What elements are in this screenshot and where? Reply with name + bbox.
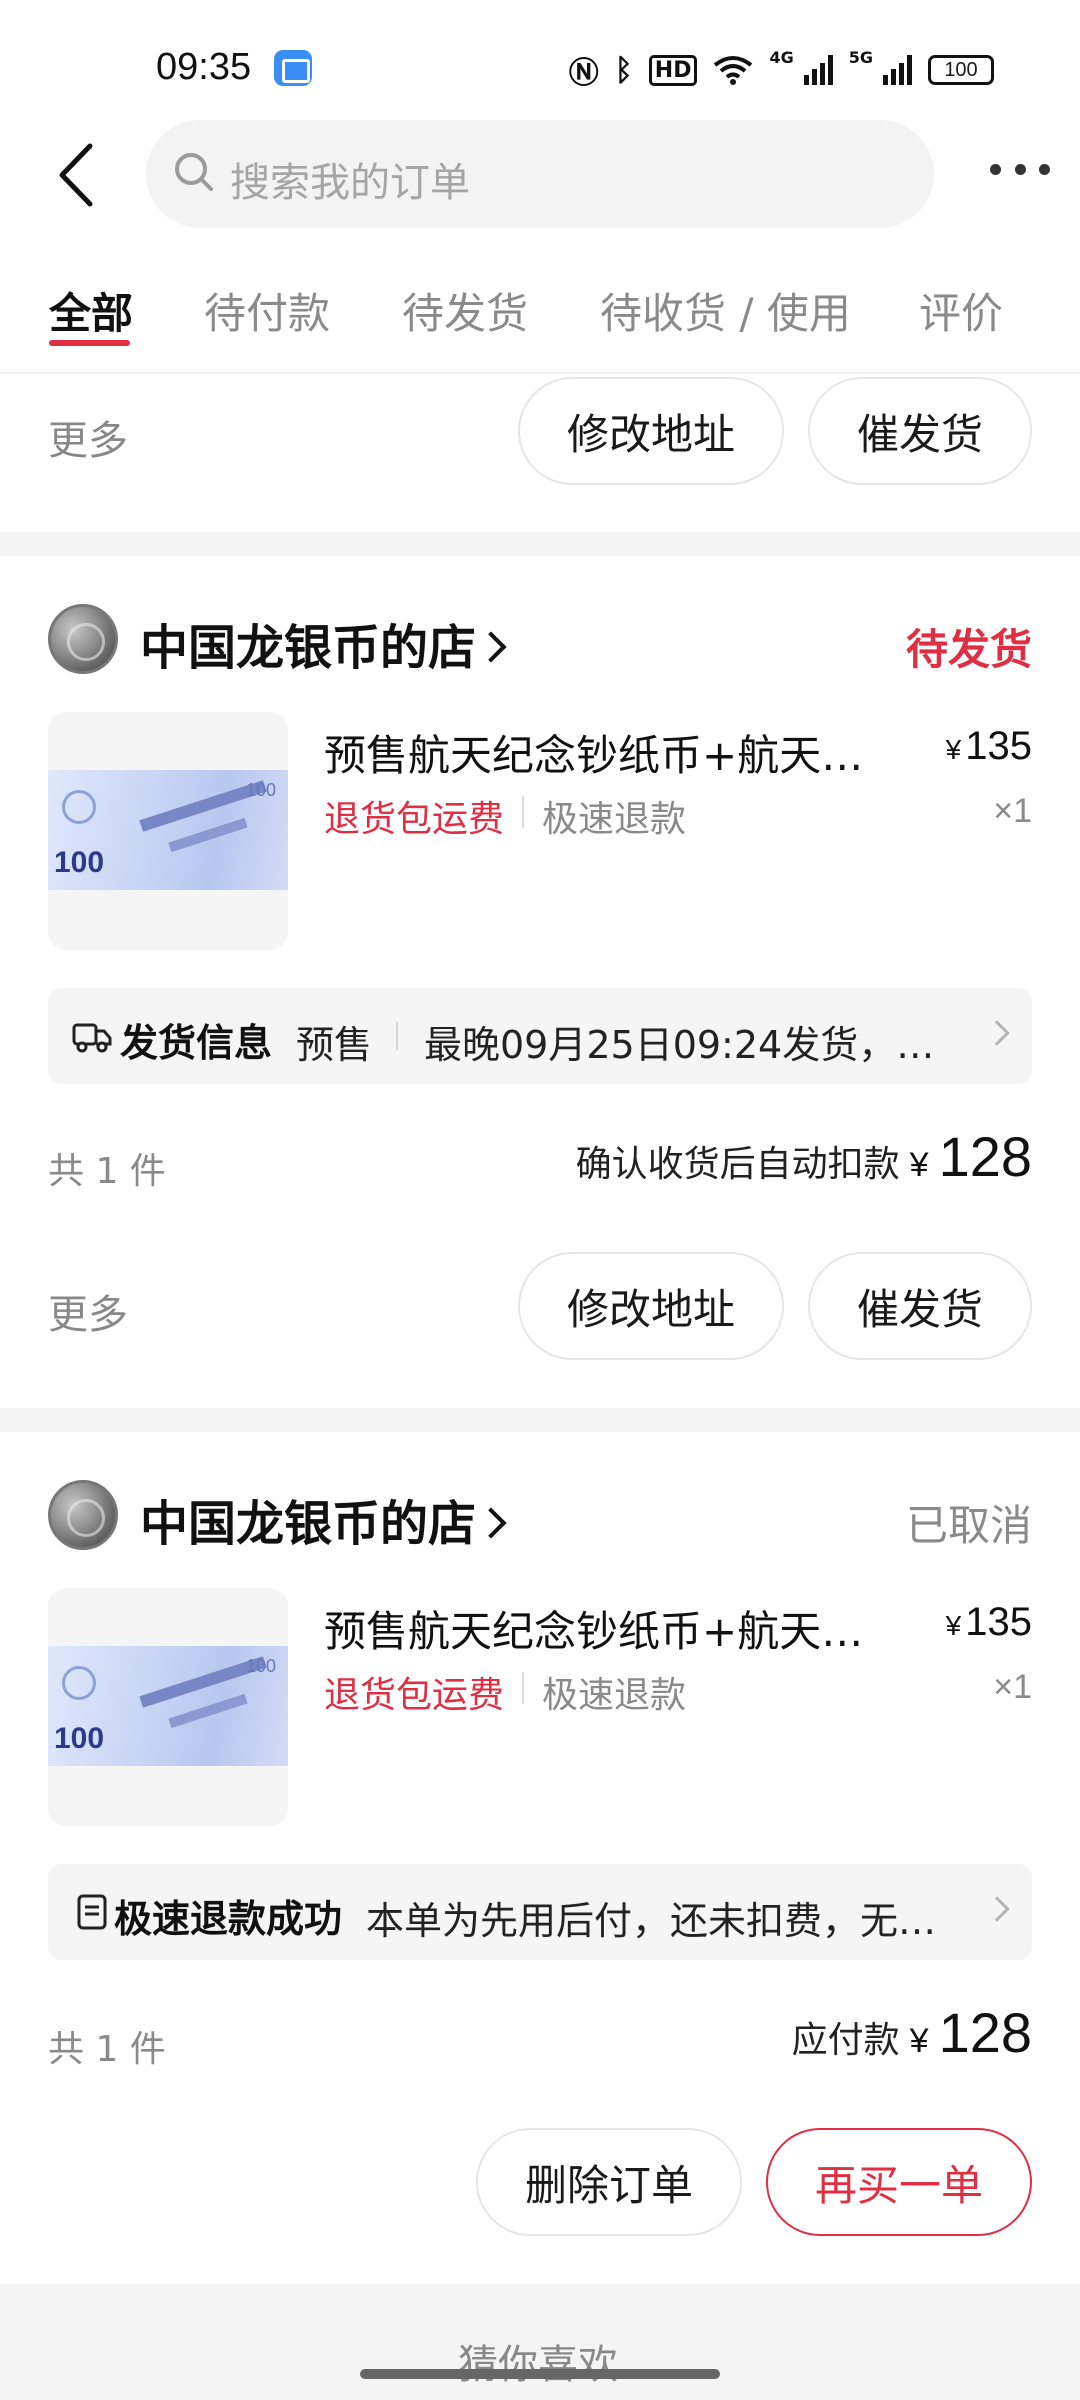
product-price: ¥135 [945, 724, 1032, 768]
return-shipping-tag: 退货包运费 [324, 799, 505, 840]
nfc-icon: Ⓝ [568, 56, 599, 91]
more-menu-icon[interactable] [990, 164, 1050, 184]
bluetooth-icon: ᛒ [614, 52, 633, 88]
buy-again-button[interactable]: 再买一单 [766, 2128, 1032, 2236]
fast-refund-tag: 极速退款 [542, 1675, 687, 1716]
payment-currency: ¥ [909, 1146, 929, 1184]
search-placeholder: 搜索我的订单 [230, 160, 470, 206]
battery-icon: 100 [928, 55, 994, 85]
refund-success-label: 极速退款成功 [114, 1897, 343, 1941]
payment-summary: 确认收货后自动扣款 ¥ 128 [576, 1124, 1032, 1189]
product-title[interactable]: 预售航天纪念钞纸币+航天纪念币套装 [324, 1598, 884, 1659]
product-price: ¥135 [945, 1600, 1032, 1644]
shop-logo[interactable] [48, 604, 118, 674]
partial-card-more-link[interactable]: 更多 [48, 408, 128, 466]
status-time: 09:35 [156, 46, 252, 88]
payment-label: 应付款 [791, 2020, 900, 2061]
banknote-image: 100 100 [48, 1646, 288, 1766]
order-status: 已取消 [905, 1501, 1032, 1550]
urge-ship-button[interactable]: 催发货 [808, 1252, 1032, 1360]
shop-name-link[interactable]: 中国龙银币的店 [140, 608, 507, 678]
tag-divider [522, 1672, 524, 1704]
fast-refund-tag: 极速退款 [542, 799, 687, 840]
chevron-right-icon [475, 631, 507, 663]
order-status: 待发货 [905, 625, 1032, 674]
chevron-right-icon [984, 1896, 1010, 1922]
network-4g-label: 4G [769, 48, 794, 67]
order-search-box[interactable]: 搜索我的订单 [146, 120, 934, 228]
card-separator [0, 532, 1080, 556]
truck-icon [72, 1023, 112, 1053]
item-count: 共 1 件 [48, 1151, 166, 1192]
network-5g-label: 5G [848, 48, 873, 67]
wifi-icon [714, 56, 753, 85]
shipping-info-label: 发货信息 [120, 1021, 273, 1065]
recommendations-heading: 猜你喜欢 [458, 2342, 618, 2388]
tab-pending-receipt[interactable]: 待收货 / 使用 [600, 280, 851, 341]
tag-divider [522, 796, 524, 828]
app-notification-icon [274, 50, 312, 86]
product-title[interactable]: 预售航天纪念钞纸币+航天纪念币套装 [324, 722, 884, 783]
order-tabs: 全部 待付款 待发货 待收货 / 使用 评价 [0, 272, 1080, 372]
partial-card-change-address-button[interactable]: 修改地址 [518, 377, 784, 485]
order-card: 中国龙银币的店 待发货 100100 预售航天纪念钞纸币+航天纪念币套装 ¥13… [0, 556, 1080, 1408]
home-indicator[interactable] [360, 2369, 720, 2379]
signal-4g-icon [803, 55, 833, 85]
product-quantity: ×1 [993, 1668, 1032, 1706]
status-bar: 09:35 Ⓝ ᛒ HD 4G 5G 100 [0, 0, 1080, 130]
presale-label: 预售 [296, 1023, 373, 1067]
item-count: 共 1 件 [48, 2029, 166, 2070]
refund-info-bar[interactable]: 极速退款成功 本单为先用后付，还未扣费，无需退款 [48, 1864, 1032, 1960]
chevron-right-icon [475, 1507, 507, 1539]
more-actions-link[interactable]: 更多 [48, 1282, 128, 1340]
refund-info-text: 本单为先用后付，还未扣费，无需退款 [366, 1899, 966, 1943]
delete-order-button[interactable]: 删除订单 [476, 2128, 742, 2236]
banknote-image: 100 100 [48, 770, 288, 890]
return-shipping-tag: 退货包运费 [324, 1675, 505, 1716]
back-arrow-icon[interactable] [52, 142, 102, 208]
tab-all[interactable]: 全部 [49, 280, 133, 341]
document-icon [77, 1894, 107, 1930]
top-nav: 搜索我的订单 [0, 120, 1080, 230]
order-list-page: 09:35 Ⓝ ᛒ HD 4G 5G 100 搜索我的订单 全部 待付款 待发货… [0, 0, 1080, 2400]
hd-icon: HD [648, 54, 698, 86]
tab-pending-shipment[interactable]: 待发货 [402, 280, 528, 341]
shipping-deadline-text: 最晚09月25日09:24发货，晚发必赔 [424, 1023, 954, 1067]
signal-5g-icon [883, 55, 912, 85]
info-divider [396, 1022, 398, 1050]
product-thumbnail[interactable]: 100 100 [48, 1588, 288, 1826]
chevron-right-icon [984, 1020, 1010, 1046]
order-card: 中国龙银币的店 已取消 100100 预售航天纪念钞纸币+航天纪念币套装 ¥13… [0, 1432, 1080, 2282]
payment-summary: 应付款 ¥ 128 [792, 2000, 1032, 2065]
tab-pending-payment[interactable]: 待付款 [204, 280, 330, 341]
product-thumbnail[interactable]: 100 100 [48, 712, 288, 950]
status-icons: Ⓝ ᛒ HD 4G 5G 100 [569, 48, 994, 92]
shop-logo[interactable] [48, 1480, 118, 1550]
active-tab-indicator [49, 340, 130, 346]
tabs-divider [0, 372, 1080, 374]
shop-name-link[interactable]: 中国龙银币的店 [140, 1484, 507, 1554]
search-icon [175, 153, 213, 191]
partial-card-urge-ship-button[interactable]: 催发货 [808, 377, 1032, 485]
payment-label: 确认收货后自动扣款 [575, 1144, 900, 1185]
payment-currency: ¥ [909, 2022, 929, 2060]
product-quantity: ×1 [993, 792, 1032, 830]
change-address-button[interactable]: 修改地址 [518, 1252, 784, 1360]
shipping-info-bar[interactable]: 发货信息 预售 最晚09月25日09:24发货，晚发必赔 [48, 988, 1032, 1084]
payment-amount: 128 [938, 2001, 1032, 2064]
payment-amount: 128 [938, 1125, 1032, 1188]
tab-review[interactable]: 评价 [919, 280, 1003, 341]
card-separator [0, 1408, 1080, 1432]
